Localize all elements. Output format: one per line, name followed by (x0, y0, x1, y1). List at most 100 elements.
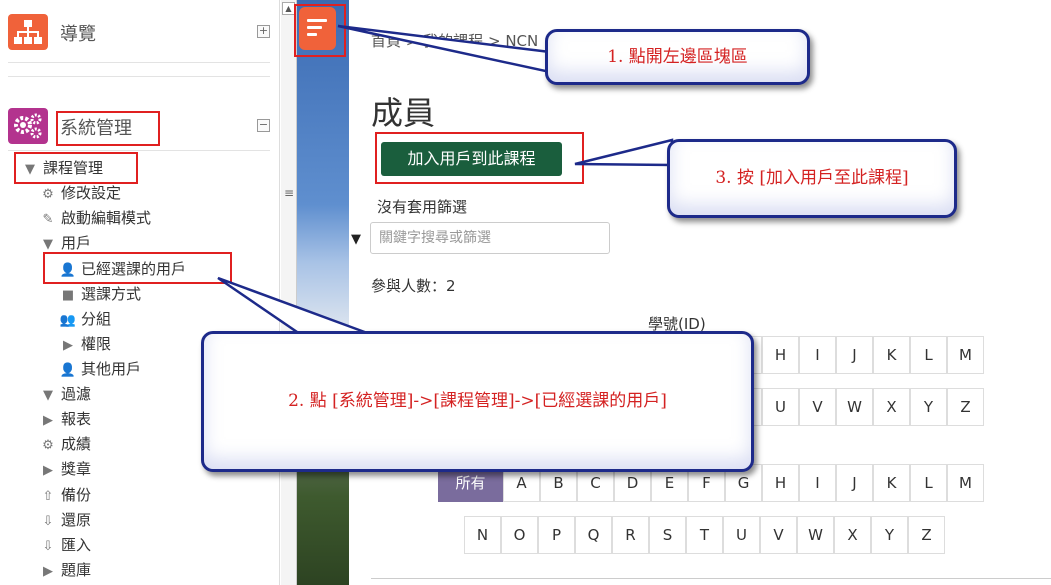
background-image (297, 0, 349, 585)
breadcrumb-my-courses[interactable]: 我的課程 (423, 32, 483, 50)
expand-icon[interactable]: + (257, 25, 270, 38)
menu-icon-line (307, 19, 327, 22)
drawer-toggle-button[interactable] (299, 7, 336, 50)
initial-letter-button[interactable]: U (723, 516, 760, 554)
initial-letter-button[interactable]: X (873, 388, 910, 426)
divider (371, 578, 1051, 579)
initial-letter-button[interactable]: U (762, 388, 799, 426)
left-drawer: 導覽 + 系統管理 − ▼ 課程管理 ⚙ 修改設定 ✎ 啟動編輯模式 ▼ 用戶 👤 已經選… (0, 0, 280, 585)
bullet-icon: ■ (61, 288, 75, 303)
initial-letter-button[interactable]: I (799, 464, 836, 502)
tree-item-badges[interactable]: ▶ 獎章 (38, 457, 91, 481)
caret-down-icon: ▼ (25, 162, 35, 177)
tree-item-course-admin[interactable]: ▼ 課程管理 (20, 156, 103, 180)
drawer-scrollbar[interactable]: ▲ ≡ (281, 0, 297, 585)
initial-letter-button[interactable]: H (762, 336, 799, 374)
navigation-block-title: 導覽 (60, 24, 96, 45)
cogs-icon (8, 108, 48, 144)
import-icon: ⇩ (42, 539, 54, 554)
initial-letter-button[interactable]: Z (947, 388, 984, 426)
initial-letter-button[interactable]: K (873, 464, 910, 502)
divider (8, 76, 270, 77)
caret-right-icon: ▶ (43, 564, 53, 579)
initial-letter-button[interactable]: P (538, 516, 575, 554)
initial-letter-button[interactable]: M (947, 336, 984, 374)
filter-icon: ▼ (43, 388, 53, 403)
tree-item-question-bank[interactable]: ▶ 題庫 (38, 558, 91, 582)
initial-letter-button[interactable]: W (797, 516, 834, 554)
gear-icon: ⚙ (42, 438, 54, 453)
tree-item-reports[interactable]: ▶ 報表 (38, 407, 91, 431)
initial-letter-button[interactable]: N (464, 516, 501, 554)
caret-right-icon: ▶ (43, 463, 53, 478)
tree-item-grades[interactable]: ⚙ 成績 (38, 432, 91, 456)
initial-letter-button[interactable]: K (873, 336, 910, 374)
initial-letter-button[interactable]: R (612, 516, 649, 554)
caret-down-icon: ▼ (43, 237, 53, 252)
initial-letter-button[interactable]: Q (575, 516, 612, 554)
initial-letter-button[interactable]: S (649, 516, 686, 554)
tree-item-users[interactable]: ▼ 用戶 (38, 231, 91, 255)
breadcrumb-home[interactable]: 首頁 (371, 32, 401, 50)
collapse-icon[interactable]: − (257, 119, 270, 132)
tree-item-other-users[interactable]: 👤 其他用戶 (58, 357, 141, 381)
tree-item-import[interactable]: ⇩ 匯入 (38, 533, 91, 557)
scroll-up-icon[interactable]: ▲ (282, 2, 295, 15)
callout-step3: 3. 按 [加入用戶至此課程] (667, 139, 957, 218)
resize-grip-icon[interactable]: ≡ (284, 186, 294, 200)
download-icon: ⇩ (42, 514, 54, 529)
tree-item-enrolled-users[interactable]: 👤 已經選課的用戶 (58, 257, 186, 281)
initial-letter-button[interactable]: J (836, 464, 873, 502)
initial-letter-button[interactable]: O (501, 516, 538, 554)
navigation-block-header[interactable]: 導覽 + (8, 14, 270, 50)
initial-letter-button[interactable]: Y (910, 388, 947, 426)
tree-item-edit-mode[interactable]: ✎ 啟動編輯模式 (38, 206, 151, 230)
search-input[interactable] (370, 222, 610, 254)
tree-item-permissions[interactable]: ▶ 權限 (58, 332, 111, 356)
upload-icon: ⇧ (42, 489, 54, 504)
gear-icon: ⚙ (42, 187, 54, 202)
initial-letter-button[interactable]: H (762, 464, 799, 502)
admin-block-title: 系統管理 (60, 118, 132, 139)
pencil-icon: ✎ (42, 212, 54, 227)
menu-icon-line (307, 26, 322, 29)
participants-count: 參與人數：2 (371, 277, 456, 295)
caret-right-icon: ▶ (63, 338, 73, 353)
caret-right-icon: ▶ (43, 413, 53, 428)
filter-status: 沒有套用篩選 (377, 198, 468, 216)
breadcrumb-course[interactable]: NCN (505, 32, 538, 50)
callout-step1: 1. 點開左邊區塊區 (545, 29, 810, 85)
callout-step2: 2. 點 [系統管理]->[課程管理]->[已經選課的用戶] (201, 331, 754, 472)
initial-letter-button[interactable]: X (834, 516, 871, 554)
filter-dropdown-icon[interactable]: ▼ (351, 232, 361, 247)
initial-letter-button[interactable]: Y (871, 516, 908, 554)
page-title: 成員 (371, 94, 436, 132)
initial-letter-button[interactable]: J (836, 336, 873, 374)
initial-letter-button[interactable]: T (686, 516, 723, 554)
breadcrumb-separator: > (405, 32, 419, 50)
divider (8, 62, 270, 63)
sitemap-icon (8, 14, 48, 50)
tree-item-enrol-methods[interactable]: ■ 選課方式 (58, 282, 141, 306)
tree-item-edit-settings[interactable]: ⚙ 修改設定 (38, 181, 121, 205)
admin-block-header[interactable]: 系統管理 − (8, 108, 270, 144)
breadcrumb-separator: > (487, 32, 501, 50)
divider (8, 150, 270, 151)
user-icon: 👤 (59, 263, 77, 278)
initial-letter-button[interactable]: V (760, 516, 797, 554)
menu-icon-line (307, 33, 317, 36)
tree-item-backup[interactable]: ⇧ 備份 (38, 483, 91, 507)
initial-letter-button[interactable]: V (799, 388, 836, 426)
user-add-icon: 👤 (59, 363, 77, 378)
initial-letter-button[interactable]: L (910, 464, 947, 502)
users-icon: 👥 (59, 313, 77, 328)
tree-item-groups[interactable]: 👥 分組 (58, 307, 111, 331)
tree-item-restore[interactable]: ⇩ 還原 (38, 508, 91, 532)
enrol-users-button[interactable]: 加入用戶到此課程 (381, 142, 562, 176)
initial-letter-button[interactable]: Z (908, 516, 945, 554)
initial-letter-button[interactable]: W (836, 388, 873, 426)
initial-letter-button[interactable]: M (947, 464, 984, 502)
initial-letter-button[interactable]: L (910, 336, 947, 374)
tree-item-filters[interactable]: ▼ 過濾 (38, 382, 91, 406)
initial-letter-button[interactable]: I (799, 336, 836, 374)
